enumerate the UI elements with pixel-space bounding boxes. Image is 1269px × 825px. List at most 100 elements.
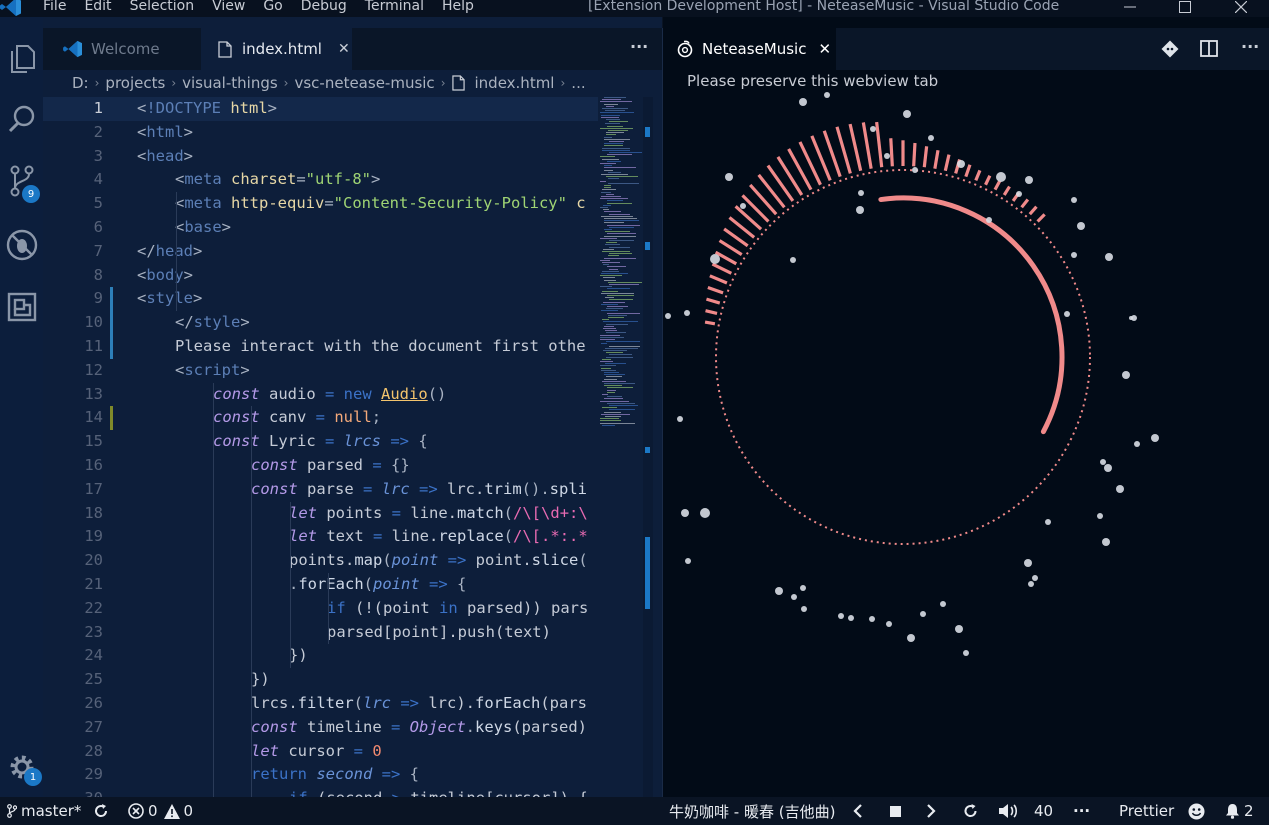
close-tab-icon[interactable]: ✕ (818, 40, 831, 58)
repeat-button[interactable] (962, 797, 979, 825)
code-token: meta (184, 170, 222, 189)
breadcrumb-item[interactable]: visual-things (182, 74, 278, 92)
code-line[interactable]: 20 points.map(point => point.slice( (43, 549, 598, 573)
visualizer-particle (1151, 434, 1159, 442)
menu-debug[interactable]: Debug (301, 0, 347, 14)
menu-help[interactable]: Help (442, 0, 474, 14)
code-line[interactable]: 19 let text = line.replace(/\[.*:.* (43, 525, 598, 549)
menu-file[interactable]: File (43, 0, 66, 14)
now-playing[interactable]: 牛奶咖啡 - 暖春 (吉他曲) (669, 797, 835, 825)
code-line[interactable]: 4 <meta charset="utf-8"> (43, 168, 598, 192)
code-line[interactable]: 16 const parsed = {} (43, 454, 598, 478)
code-line[interactable]: 23 parsed[point].push(text) (43, 621, 598, 645)
code-line[interactable]: 25}) (43, 668, 598, 692)
code-line[interactable]: 5 <meta http-equiv="Content-Security-Poli… (43, 192, 598, 216)
code-line[interactable]: 11 Please interact with the document firs… (43, 335, 598, 359)
minimap-line (608, 281, 642, 283)
code-line[interactable]: 30 if (second > timeline[cursor]) { (43, 787, 598, 797)
problems-indicator[interactable]: 0 0 (128, 797, 193, 825)
code-token: (!(point (345, 598, 439, 617)
indent-guide (251, 406, 252, 811)
more-controls-button[interactable]: ··· (1073, 797, 1090, 825)
minimap-line (609, 226, 634, 228)
more-actions-button[interactable]: ··· (1241, 37, 1259, 56)
code-token: spli (549, 479, 587, 498)
menu-edit[interactable]: Edit (84, 0, 111, 14)
code-token: match (457, 503, 504, 522)
code-line[interactable]: 9 <style> (43, 287, 598, 311)
chevron-right-icon: › (440, 76, 446, 90)
minimap[interactable] (598, 97, 648, 697)
spectrum-bar (912, 142, 917, 167)
explorer-button[interactable] (0, 34, 43, 84)
code-line[interactable]: 22 if (!(point in parsed)) pars (43, 597, 598, 621)
prettier-status[interactable]: Prettier (1119, 797, 1174, 825)
code-line[interactable]: 27 const timeline = Object.keys(parsed) (43, 716, 598, 740)
git-compare-icon[interactable] (1161, 40, 1179, 58)
code-line[interactable]: 3 <head> (43, 145, 598, 169)
code-line[interactable]: 6 <base> (43, 216, 598, 240)
menu-go[interactable]: Go (263, 0, 282, 14)
code-line[interactable]: 2 <html> (43, 121, 598, 145)
visualizer-particle (886, 621, 892, 627)
tab-index-html[interactable]: index.html ✕ (201, 28, 352, 70)
code-token: !DOCTYPE (146, 99, 221, 117)
code-token: const (251, 456, 298, 474)
menu-selection[interactable]: Selection (130, 0, 195, 14)
code-line[interactable]: 12 <script> (43, 359, 598, 383)
code-line[interactable]: 18 let points = line.match(/\[\d+:\ (43, 502, 598, 526)
code-editor[interactable]: 1 <!DOCTYPE html> 2 <html> 3 <head> 4 <meta cha… (43, 97, 598, 797)
breadcrumb-item[interactable]: vsc-netease-music (294, 74, 434, 92)
tab-neteasemusic[interactable]: NeteaseMusic ✕ (663, 28, 836, 70)
menu-view[interactable]: View (212, 0, 245, 14)
code-token: const (251, 479, 298, 498)
editor-scrollbar[interactable] (643, 97, 653, 797)
spectrum-bar (889, 138, 894, 167)
more-actions-button[interactable]: ··· (630, 37, 648, 56)
code-line[interactable]: 14 const canv = null; (43, 406, 598, 430)
code-token: .* (541, 527, 560, 546)
code-line[interactable]: 26 lrcs.filter(lrc => lrc).forEach(pars (43, 692, 598, 716)
code-line[interactable]: 10 </style> (43, 311, 598, 335)
close-window-button[interactable] (1218, 0, 1264, 17)
breadcrumb-item[interactable]: ... (571, 74, 585, 92)
search-button[interactable] (0, 94, 43, 144)
tab-welcome[interactable]: Welcome (43, 28, 201, 70)
line-number: 16 (84, 456, 103, 474)
notifications-button[interactable]: 2 (1225, 797, 1254, 825)
code-line[interactable]: 24}) (43, 644, 598, 668)
branch-indicator[interactable]: master* (7, 797, 81, 825)
stop-button[interactable] (890, 797, 901, 825)
code-line[interactable]: 1 <!DOCTYPE html> (43, 97, 598, 121)
volume-control[interactable]: 40 (998, 797, 1053, 825)
menu-terminal[interactable]: Terminal (365, 0, 424, 14)
previous-track-button[interactable] (853, 797, 863, 825)
code-line[interactable]: 13 const audio = new Audio() (43, 383, 598, 407)
code-line[interactable]: 28 let cursor = 0 (43, 740, 598, 764)
code-line[interactable]: 29 return second => { (43, 763, 598, 787)
minimize-button[interactable] (1107, 0, 1153, 17)
breadcrumb-item[interactable]: D: (72, 74, 89, 92)
line-number: 18 (84, 503, 103, 522)
code-line[interactable]: 7 </head> (43, 240, 598, 264)
code-token: > (183, 265, 194, 284)
code-token: = (391, 717, 401, 736)
split-editor-icon[interactable] (1200, 40, 1218, 57)
next-track-button[interactable] (926, 797, 936, 825)
breadcrumb-item[interactable]: projects (105, 74, 165, 92)
sync-button[interactable] (93, 797, 109, 825)
code-line[interactable]: 15 const Lyric = lrcs => { (43, 430, 598, 454)
debug-button[interactable] (0, 220, 43, 270)
close-tab-icon[interactable]: ✕ (338, 41, 350, 57)
indent-guide (328, 573, 329, 645)
extensions-button[interactable] (0, 282, 43, 332)
code-line[interactable]: 17 const parse = lrc => lrc.trim().spli (43, 478, 598, 502)
minimap-line (604, 385, 622, 387)
code-line[interactable]: 21 .forEach(point => { (43, 573, 598, 597)
minimap-line (608, 317, 624, 318)
breadcrumb-item[interactable]: index.html (475, 74, 555, 92)
feedback-button[interactable] (1188, 797, 1205, 825)
maximize-button[interactable] (1162, 0, 1208, 17)
code-line[interactable]: 8 <body> (43, 264, 598, 288)
minimap-line (609, 253, 632, 255)
